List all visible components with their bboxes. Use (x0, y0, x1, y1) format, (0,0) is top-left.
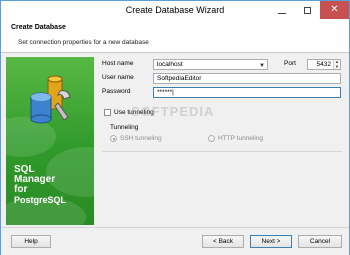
user-name-value: SoftpediaEditor (157, 75, 202, 82)
user-name-field[interactable]: SoftpediaEditor (153, 73, 341, 84)
wizard-header: Create Database Set connection propertie… (1, 19, 349, 53)
host-value: localhost (157, 61, 183, 68)
spin-arrows-icon[interactable]: ▲ ▼ (333, 60, 340, 69)
password-field[interactable]: ******| (153, 87, 341, 98)
product-banner: SQL Manager for PostgreSQL (6, 57, 94, 225)
product-line-4: PostgreSQL (14, 195, 67, 205)
maximize-button[interactable] (295, 1, 319, 19)
password-label: Password (102, 88, 131, 95)
database-tools-icon (28, 73, 74, 125)
step-title: Create Database (11, 24, 66, 31)
close-button[interactable]: ✕ (320, 1, 349, 19)
chevron-down-icon[interactable]: ▼ (259, 62, 265, 69)
minimize-button[interactable] (270, 1, 294, 19)
ssh-tunneling-radio[interactable] (110, 135, 117, 142)
back-button[interactable]: < Back (202, 235, 244, 248)
help-button[interactable]: Help (11, 235, 51, 248)
product-name: SQL Manager for PostgreSQL (14, 165, 67, 206)
ssh-tunneling-label[interactable]: SSH tunneling (120, 135, 162, 142)
use-tunneling-checkbox[interactable] (104, 109, 111, 116)
product-line-3: for (14, 184, 28, 195)
maximize-icon (303, 6, 311, 14)
watermark-text: SOFTPEDIA (131, 104, 215, 119)
user-label: User name (102, 74, 134, 81)
host-label: Host name (102, 60, 134, 67)
step-subtitle: Set connection properties for a new data… (18, 39, 149, 46)
port-spinner[interactable]: 5432 ▲ ▼ (307, 59, 341, 70)
http-tunneling-label[interactable]: HTTP tunneling (218, 135, 263, 142)
wizard-window: Create Database Wizard ✕ Create Database… (0, 0, 350, 255)
title-bar[interactable]: Create Database Wizard ✕ (1, 1, 349, 19)
password-value: ******| (157, 89, 174, 96)
next-button[interactable]: Next > (250, 235, 292, 248)
host-dropdown[interactable]: localhost ▼ (153, 59, 268, 70)
port-label: Port (284, 60, 296, 67)
minimize-icon (278, 12, 286, 14)
cancel-button[interactable]: Cancel (298, 235, 342, 248)
http-tunneling-radio[interactable] (208, 135, 215, 142)
connection-form: Host name localhost ▼ Port 5432 ▲ ▼ User … (102, 58, 342, 218)
port-value: 5432 (316, 61, 331, 68)
close-icon: ✕ (330, 4, 339, 15)
wizard-footer: Help < Back Next > Cancel (1, 227, 349, 255)
